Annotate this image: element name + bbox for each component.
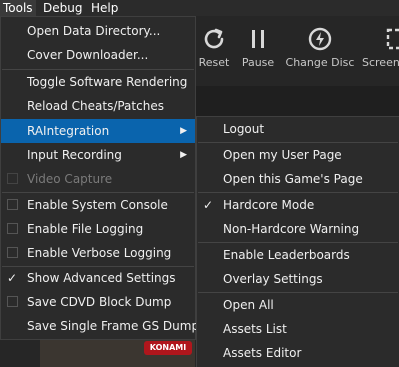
menu-item-video-capture: Video Capture [1, 167, 195, 191]
menu-item-show-advanced-settings[interactable]: ✓ Show Advanced Settings [1, 266, 195, 290]
reset-icon [204, 28, 224, 49]
menu-item-enable-verbose-logging-label: Enable Verbose Logging [27, 246, 172, 260]
checkmark-icon: ✓ [7, 271, 18, 285]
checkbox-icon [7, 199, 18, 210]
checkbox-icon [7, 296, 18, 307]
pause-icon [252, 30, 264, 48]
menu-item-non-hardcore-warning[interactable]: Non-Hardcore Warning [197, 217, 399, 241]
checkbox-icon [7, 223, 18, 234]
menu-help[interactable]: Help [88, 0, 121, 16]
menu-item-reload-cheats-patches[interactable]: Reload Cheats/Patches [1, 94, 195, 118]
menu-item-enable-verbose-logging[interactable]: Enable Verbose Logging [1, 241, 195, 265]
menu-item-open-this-games-page[interactable]: Open this Game's Page [197, 167, 399, 191]
menu-item-overlay-settings[interactable]: Overlay Settings [197, 267, 399, 291]
menu-item-save-cdvd-block-dump-label: Save CDVD Block Dump [27, 295, 172, 309]
menu-item-toggle-software-rendering[interactable]: Toggle Software Rendering [1, 70, 195, 94]
menu-item-open-my-user-page[interactable]: Open my User Page [197, 143, 399, 167]
pause-label: Pause [241, 56, 275, 69]
menu-item-assets-editor[interactable]: Assets Editor [197, 341, 399, 365]
menu-item-save-cdvd-block-dump[interactable]: Save CDVD Block Dump [1, 290, 195, 314]
menu-tools[interactable]: Tools [0, 0, 36, 16]
menu-item-enable-file-logging[interactable]: Enable File Logging [1, 217, 195, 241]
submenu-arrow-icon: ▶ [180, 126, 187, 136]
screenshot-button[interactable]: Screen [362, 16, 399, 86]
menu-item-video-capture-label: Video Capture [27, 172, 113, 186]
raintegration-submenu: Logout Open my User Page Open this Game'… [196, 116, 399, 367]
menu-item-open-data-directory[interactable]: Open Data Directory... [1, 19, 195, 43]
menu-item-assets-list[interactable]: Assets List [197, 317, 399, 341]
reset-label: Reset [198, 56, 230, 69]
disc-lightning-icon [308, 27, 332, 51]
menu-item-raintegration-label: RAIntegration [27, 124, 110, 138]
menu-item-enable-system-console[interactable]: Enable System Console [1, 193, 195, 217]
checkbox-icon [7, 247, 18, 258]
menu-bar: Tools Debug Help [0, 0, 399, 16]
menu-item-input-recording-label: Input Recording [27, 148, 122, 162]
tools-menu: Open Data Directory... Cover Downloader.… [0, 16, 199, 340]
menu-item-enable-system-console-label: Enable System Console [27, 198, 168, 212]
konami-logo: KONAMI [144, 341, 192, 355]
checkmark-icon: ✓ [203, 198, 214, 212]
menu-item-hardcore-mode-label: Hardcore Mode [223, 198, 315, 212]
menu-item-logout[interactable]: Logout [197, 117, 399, 141]
checkbox-icon [7, 173, 18, 184]
screenshot-label: Screen [362, 56, 399, 69]
menu-item-open-all[interactable]: Open All [197, 293, 399, 317]
submenu-arrow-icon: ▶ [180, 150, 187, 160]
change-disc-button[interactable]: Change Disc [284, 16, 356, 86]
screenshot-icon [386, 28, 399, 50]
menu-item-cover-downloader[interactable]: Cover Downloader... [1, 43, 195, 67]
menu-item-hardcore-mode[interactable]: ✓ Hardcore Mode [197, 193, 399, 217]
menu-item-enable-leaderboards[interactable]: Enable Leaderboards [197, 243, 399, 267]
reset-button[interactable]: Reset [196, 16, 232, 86]
menu-item-save-single-frame-gs-dump[interactable]: Save Single Frame GS Dump [1, 314, 199, 338]
menu-item-raintegration[interactable]: RAIntegration ▶ [1, 119, 195, 143]
pause-button[interactable]: Pause [236, 16, 280, 86]
menu-debug[interactable]: Debug [40, 0, 85, 16]
toolbar: Reset Pause Change Disc Screen [196, 16, 399, 86]
change-disc-label: Change Disc [285, 56, 355, 69]
menu-item-show-advanced-settings-label: Show Advanced Settings [27, 271, 176, 285]
menu-item-enable-file-logging-label: Enable File Logging [27, 222, 144, 236]
menu-item-input-recording[interactable]: Input Recording ▶ [1, 143, 195, 167]
